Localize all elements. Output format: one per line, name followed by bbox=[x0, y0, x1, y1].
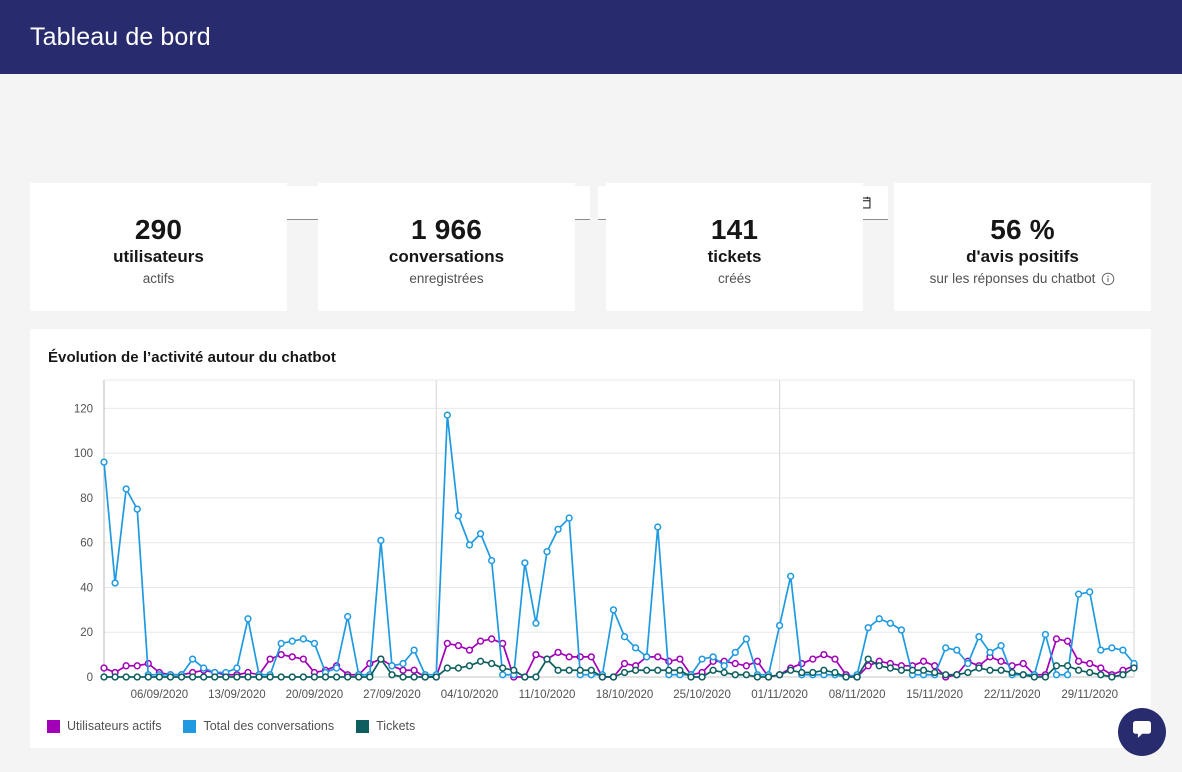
page-title: Tableau de bord bbox=[30, 22, 211, 51]
kpi-label: utilisateurs bbox=[113, 247, 204, 267]
svg-text:06/09/2020: 06/09/2020 bbox=[131, 689, 189, 701]
kpi-sublabel-text: sur les réponses du chatbot bbox=[929, 271, 1096, 287]
kpi-sublabel: sur les réponses du chatbot bbox=[930, 270, 1116, 288]
svg-text:100: 100 bbox=[74, 448, 93, 460]
svg-text:20: 20 bbox=[80, 627, 93, 639]
chat-widget-button[interactable] bbox=[1118, 708, 1166, 756]
kpi-value: 141 bbox=[710, 214, 759, 245]
kpi-value: 56 % bbox=[990, 214, 1055, 245]
svg-text:20/09/2020: 20/09/2020 bbox=[286, 689, 344, 701]
legend-label: Utilisateurs actifs bbox=[67, 719, 162, 733]
kpi-card-conversations: 1 966 conversations enregistrées bbox=[318, 183, 575, 311]
dashboard-page: Tableau de bord Filtrer par intervalle d… bbox=[0, 0, 1182, 772]
svg-text:01/11/2020: 01/11/2020 bbox=[751, 689, 808, 701]
svg-text:08/11/2020: 08/11/2020 bbox=[829, 689, 886, 701]
legend-swatch bbox=[183, 719, 197, 733]
legend-item-tickets[interactable]: Tickets bbox=[356, 719, 415, 733]
kpi-sublabel-text: créés bbox=[717, 271, 751, 287]
chart-legend: Utilisateurs actifs Total des conversati… bbox=[47, 719, 415, 733]
svg-text:25/10/2020: 25/10/2020 bbox=[673, 689, 731, 701]
svg-text:22/11/2020: 22/11/2020 bbox=[984, 689, 1041, 701]
svg-text:120: 120 bbox=[74, 403, 93, 415]
kpi-value: 290 bbox=[134, 214, 183, 245]
kpi-sublabel-text: enregistrées bbox=[409, 271, 484, 287]
legend-swatch bbox=[356, 719, 370, 733]
svg-text:15/11/2020: 15/11/2020 bbox=[906, 689, 963, 701]
svg-text:80: 80 bbox=[80, 493, 93, 505]
svg-text:13/09/2020: 13/09/2020 bbox=[208, 689, 266, 701]
legend-label: Tickets bbox=[376, 719, 416, 733]
kpi-sublabel: enregistrées bbox=[409, 270, 483, 288]
svg-text:60: 60 bbox=[80, 538, 93, 550]
activity-line-chart: 0 20 40 60 80 100 120 06/09/2020 13/09/2020 20/09… bbox=[74, 379, 1138, 701]
kpi-sublabel: créés bbox=[718, 270, 751, 288]
svg-text:29/11/2020: 29/11/2020 bbox=[1061, 689, 1118, 701]
info-circle-icon[interactable] bbox=[1101, 272, 1115, 286]
kpi-label: tickets bbox=[707, 247, 762, 267]
activity-chart-panel: Évolution de l’activité autour du chatbo… bbox=[30, 329, 1151, 748]
kpi-sublabel: actifs bbox=[143, 270, 175, 288]
kpi-card-tickets: 141 tickets créés bbox=[606, 183, 863, 311]
svg-text:11/10/2020: 11/10/2020 bbox=[519, 689, 576, 701]
kpi-card-positive-feedback: 56 % d'avis positifs sur les réponses du… bbox=[894, 183, 1151, 311]
kpi-card-active-users: 290 utilisateurs actifs bbox=[30, 183, 287, 311]
svg-text:0: 0 bbox=[87, 672, 93, 684]
kpi-value: 1 966 bbox=[410, 214, 483, 245]
legend-swatch bbox=[47, 719, 60, 733]
kpi-label: d'avis positifs bbox=[966, 247, 1079, 267]
svg-text:40: 40 bbox=[80, 582, 93, 594]
app-header: Tableau de bord bbox=[0, 0, 1182, 74]
svg-text:04/10/2020: 04/10/2020 bbox=[441, 689, 499, 701]
svg-text:18/10/2020: 18/10/2020 bbox=[596, 689, 654, 701]
kpi-label: conversations bbox=[388, 247, 505, 267]
legend-item-active-users[interactable]: Utilisateurs actifs bbox=[47, 719, 161, 733]
kpi-sublabel-text: actifs bbox=[142, 271, 175, 287]
legend-label: Total des conversations bbox=[203, 719, 335, 733]
filter-bar: Filtrer par intervalle de temps 01/09/20… bbox=[0, 74, 1182, 220]
chat-bubble-icon bbox=[1129, 717, 1155, 748]
legend-item-conversations[interactable]: Total des conversations bbox=[183, 719, 334, 733]
svg-text:27/09/2020: 27/09/2020 bbox=[363, 689, 421, 701]
